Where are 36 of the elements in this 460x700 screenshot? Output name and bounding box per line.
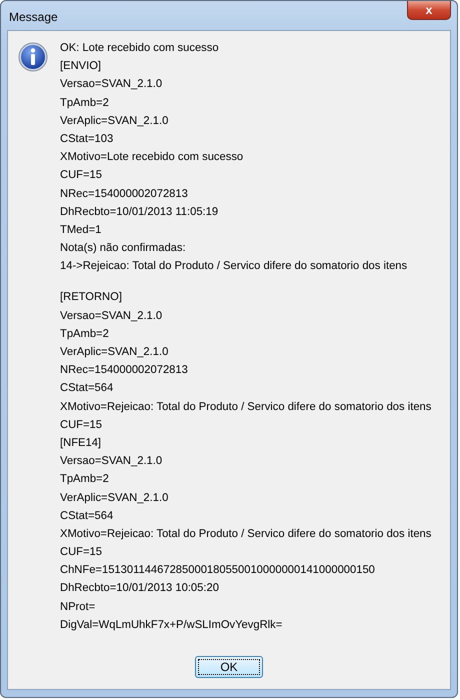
message-line: DhRecbto=10/01/2013 11:05:19 xyxy=(60,204,220,220)
message-line: [RETORNO] xyxy=(60,290,123,306)
info-icon xyxy=(18,42,48,72)
window-title: Message xyxy=(9,10,58,24)
message-line: ChNFe=15130114467285000180550010000000141000000150 xyxy=(60,563,376,578)
message-line: Versao=SVAN_2.1.0 xyxy=(60,308,164,324)
close-button[interactable]: x xyxy=(407,1,451,20)
message-line: NRec=154000002072813 xyxy=(60,186,189,202)
message-line: [NFE14] xyxy=(60,436,102,451)
message-line: VerAplic=SVAN_2.1.0 xyxy=(60,345,170,360)
message-line: CStat=564 xyxy=(60,508,114,524)
message-line: CStat=564 xyxy=(60,381,114,396)
message-line: Nota(s) não confirmadas: xyxy=(60,241,187,256)
message-line: VerAplic=SVAN_2.1.0 xyxy=(60,490,170,506)
message-line: 14->Rejeicao: Total do Produto / Servico difere do somatorio dos itens xyxy=(60,259,408,274)
message-line: DigVal=WqLmUhkF7x+P/wSLImOvYevgRlk= xyxy=(60,618,284,633)
message-line: NProt= xyxy=(60,600,96,615)
ok-button[interactable]: OK xyxy=(195,656,263,678)
message-line: Versao=SVAN_2.1.0 xyxy=(60,454,164,470)
message-line: XMotivo=Lote recebido com sucesso xyxy=(60,150,244,166)
message-line: CUF=15 xyxy=(60,418,103,433)
message-line: Versao=SVAN_2.1.0 xyxy=(60,77,164,92)
message-line: CUF=15 xyxy=(60,168,103,184)
message-line: TMed=1 xyxy=(60,222,102,238)
message-line: CStat=103 xyxy=(60,132,114,147)
message-line: TpAmb=2 xyxy=(60,326,110,342)
message-line: OK: Lote recebido com sucesso xyxy=(60,41,220,56)
message-line: DhRecbto=10/01/2013 10:05:20 xyxy=(60,581,220,596)
message-line: NRec=154000002072813 xyxy=(60,363,189,378)
message-line: XMotivo=Rejeicao: Total do Produto / Servico difere do somatorio dos itens xyxy=(60,400,432,415)
message-line: TpAmb=2 xyxy=(60,472,110,488)
message-line: XMotivo=Rejeicao: Total do Produto / Servico difere do somatorio dos itens xyxy=(60,526,432,542)
message-line: VerAplic=SVAN_2.1.0 xyxy=(60,114,170,129)
message-line: CUF=15 xyxy=(60,545,103,560)
message-line: TpAmb=2 xyxy=(60,96,110,111)
message-line: [ENVIO] xyxy=(60,59,102,74)
